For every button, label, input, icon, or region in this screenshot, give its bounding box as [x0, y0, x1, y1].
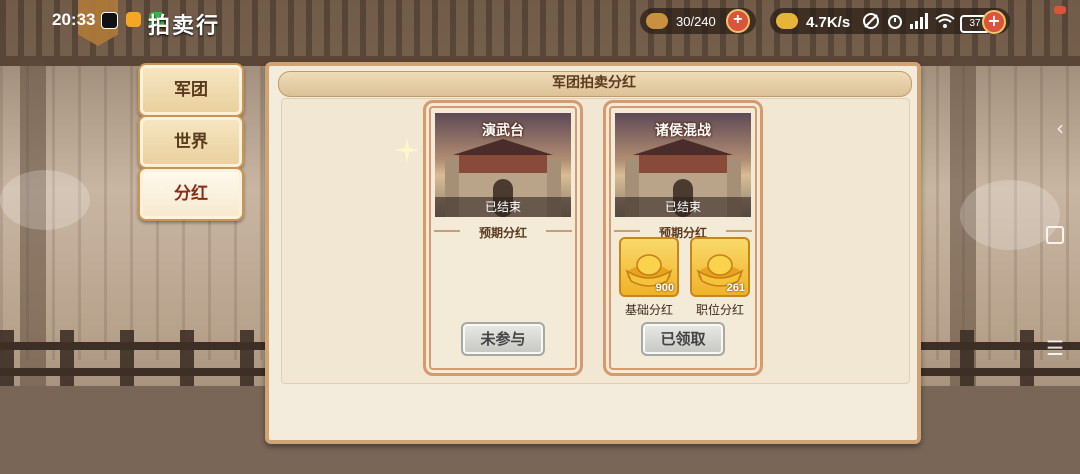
- resource-food: 30/240 +: [640, 8, 756, 34]
- tab-legion[interactable]: 军团: [138, 63, 244, 117]
- dividend-card-lords-battle: 诸侯混战 已结束 预期分红 900 基础分红 261 职位分红 已领取: [603, 100, 763, 376]
- gold-ingot-icon: [776, 13, 798, 29]
- card-status: 已结束: [664, 200, 701, 214]
- tab-dividend[interactable]: 分红: [138, 167, 244, 221]
- background-cloud: [0, 170, 90, 230]
- nav-menu-icon[interactable]: ☰: [1046, 336, 1064, 360]
- signal-icon: [910, 13, 928, 29]
- network-speed: 4.7K/s: [806, 14, 851, 31]
- nav-back-icon[interactable]: ‹: [1056, 116, 1064, 140]
- card-image: 演武台 已结束: [435, 113, 571, 217]
- section-divider: 预期分红: [614, 224, 752, 240]
- alarm-icon: [888, 15, 902, 29]
- tab-world[interactable]: 世界: [138, 115, 244, 169]
- page-title: 拍卖行: [148, 13, 221, 39]
- wifi-icon: [935, 14, 955, 28]
- card-title: 演武台: [482, 123, 524, 139]
- claimed-button[interactable]: 已领取: [641, 322, 725, 356]
- message-icon: [126, 12, 141, 27]
- tiktok-icon: [101, 12, 118, 29]
- card-status: 已结束: [484, 200, 521, 214]
- reward-label: 基础分红: [624, 303, 673, 317]
- card-image: 诸侯混战 已结束: [615, 113, 751, 217]
- not-participated-button[interactable]: 未参与: [461, 322, 545, 356]
- background-cloud: [960, 180, 1060, 250]
- add-food-button[interactable]: +: [725, 9, 750, 33]
- reward-count: 900: [655, 282, 674, 294]
- nav-home-icon[interactable]: [1046, 226, 1064, 244]
- status-time: 20:33: [52, 10, 96, 29]
- section-divider: 预期分红: [434, 224, 572, 240]
- panel-title: 军团拍卖分红: [552, 75, 636, 91]
- resource-food-value: 30/240: [676, 13, 716, 29]
- reward-count: 261: [726, 282, 745, 294]
- reward-position-dividend[interactable]: 261: [690, 237, 750, 297]
- expected-dividend-label: 预期分红: [478, 226, 527, 240]
- add-gold-button[interactable]: +: [982, 10, 1006, 34]
- reward-label: 职位分红: [695, 303, 744, 317]
- mute-icon: [863, 13, 879, 29]
- reward-base-dividend[interactable]: 900: [619, 237, 679, 297]
- panel-content-area: [281, 98, 910, 384]
- notification-dot: [1054, 6, 1066, 14]
- dividend-card-arena: 演武台 已结束 预期分红 未参与: [423, 100, 583, 376]
- sparkle-icon: [394, 137, 420, 163]
- card-title: 诸侯混战: [655, 123, 711, 139]
- food-icon: [646, 13, 668, 29]
